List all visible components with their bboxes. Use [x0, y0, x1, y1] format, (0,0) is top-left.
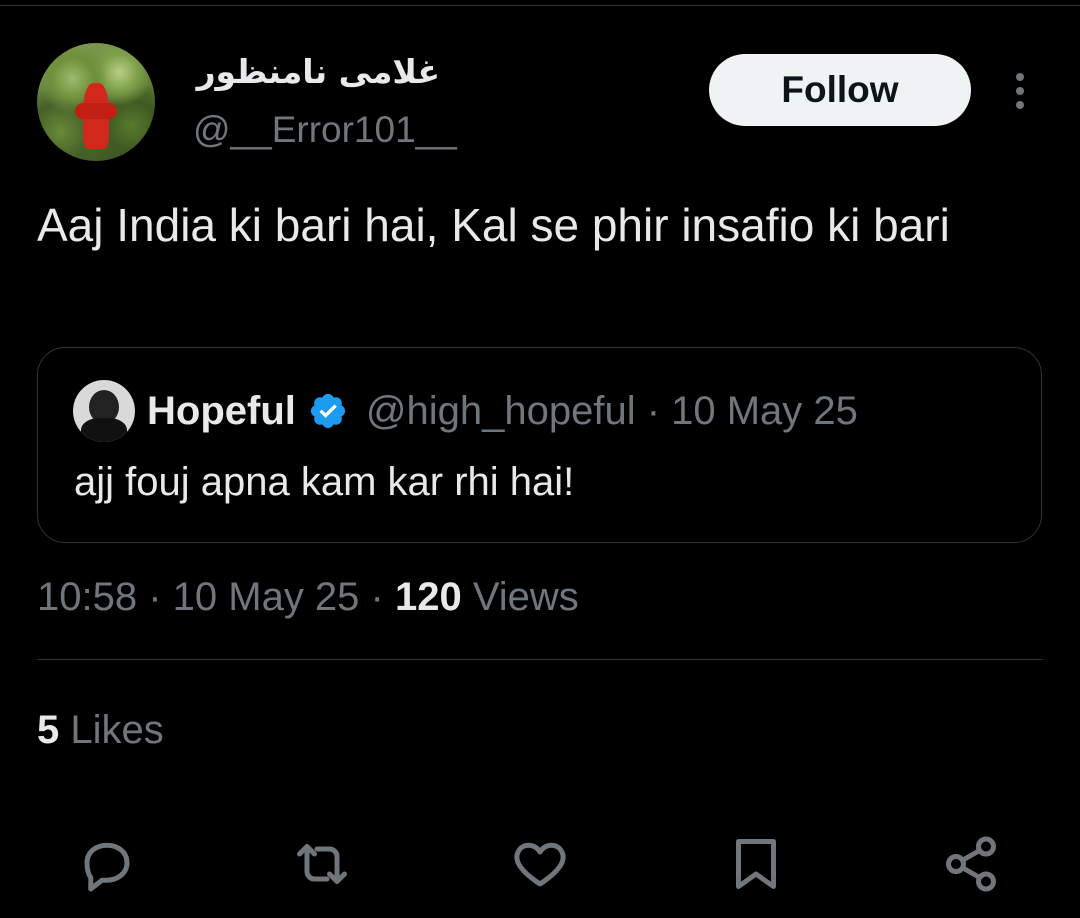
- bookmark-button[interactable]: [724, 832, 788, 896]
- more-vertical-icon[interactable]: [1000, 66, 1040, 116]
- likes-count: 5: [37, 708, 60, 752]
- tweet-timestamp[interactable]: 10:58 · 10 May 25 ·: [37, 575, 395, 619]
- reply-button[interactable]: [75, 832, 139, 896]
- follow-button[interactable]: Follow: [709, 54, 971, 126]
- quoted-author-avatar: [73, 380, 135, 442]
- likes-label: Likes: [59, 708, 164, 752]
- retweet-icon: [297, 844, 347, 884]
- more-dot: [1016, 101, 1024, 109]
- quoted-tweet-card[interactable]: Hopeful @high_hopeful · 10 May 25 ajj fo…: [37, 347, 1042, 543]
- bookmark-icon: [736, 839, 776, 889]
- heart-icon: [514, 842, 566, 887]
- tweet-text: Aaj India ki bari hai, Kal se phir insaf…: [37, 199, 950, 251]
- avatar-figure: [75, 83, 117, 149]
- verified-badge-icon: [310, 393, 345, 429]
- avatar-body: [81, 418, 127, 442]
- likes-row[interactable]: 5 Likes: [37, 705, 164, 755]
- views-count: 120: [394, 575, 462, 619]
- quoted-author-name: Hopeful: [147, 388, 296, 433]
- share-icon: [946, 836, 996, 892]
- quoted-tweet-header: Hopeful @high_hopeful · 10 May 25: [147, 386, 858, 436]
- views-label: Views: [461, 575, 579, 619]
- retweet-button[interactable]: [290, 832, 354, 896]
- more-dot: [1016, 73, 1024, 81]
- like-button[interactable]: [508, 832, 572, 896]
- tweet-timestamp-row: 10:58 · 10 May 25 · 120 Views: [37, 572, 579, 622]
- more-dot: [1016, 87, 1024, 95]
- stats-divider: [37, 659, 1043, 660]
- reply-icon: [84, 842, 130, 892]
- author-display-name[interactable]: غلامی نامنظور: [150, 52, 440, 92]
- quoted-author-meta: @high_hopeful · 10 May 25: [365, 388, 858, 433]
- quoted-tweet-text: ajj fouj apna kam kar rhi hai!: [74, 460, 575, 504]
- author-handle[interactable]: @__Error101__: [193, 108, 457, 152]
- top-divider: [0, 5, 1080, 6]
- author-avatar[interactable]: [37, 43, 155, 161]
- share-button[interactable]: [939, 832, 1003, 896]
